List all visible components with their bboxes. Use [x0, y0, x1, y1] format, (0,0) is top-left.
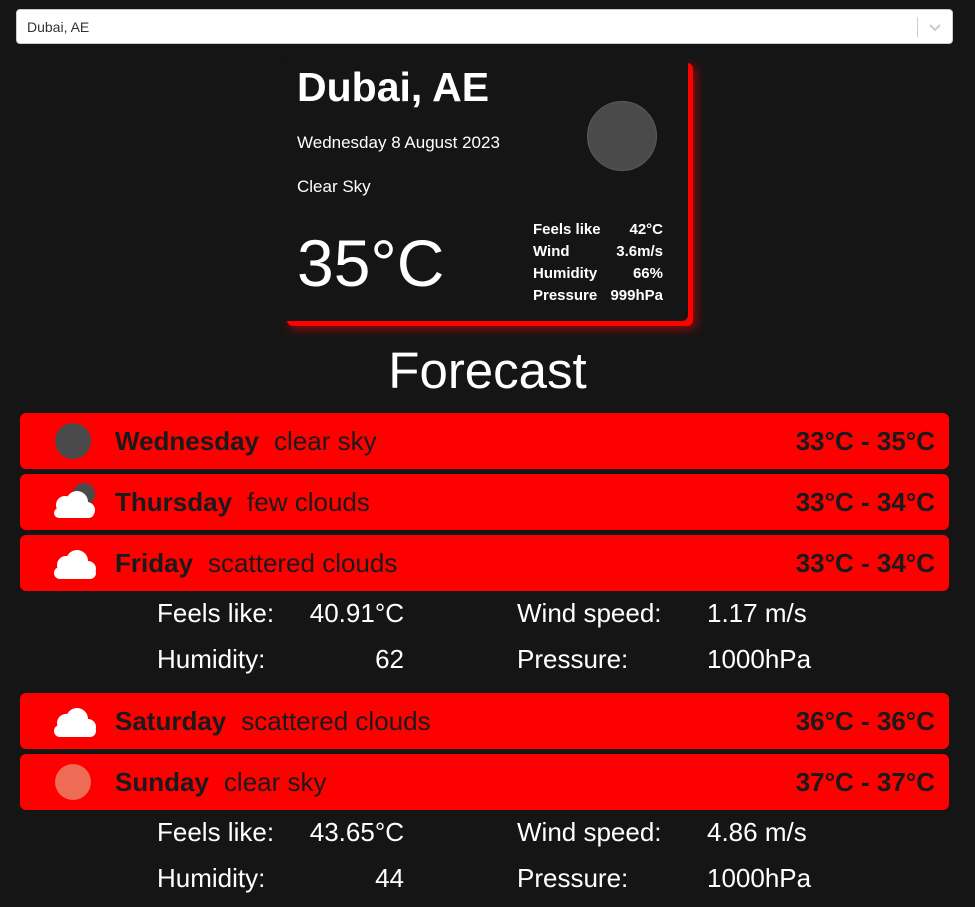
- forecast-day-thursday[interactable]: Thursday few clouds 33°C - 34°C: [20, 474, 949, 530]
- detail-label: Feels like: [533, 221, 601, 238]
- detail-row: Humidity 66%: [533, 263, 663, 285]
- forecast-details-friday: Feels like: 40.91°C Wind speed: 1.17 m/s…: [157, 598, 837, 690]
- day-name: Wednesday: [115, 425, 260, 456]
- moon-icon: [55, 423, 91, 459]
- day-description: clear sky: [274, 425, 377, 456]
- humidity-label: Humidity:: [157, 863, 266, 893]
- detail-value: 999hPa: [610, 287, 663, 304]
- feels-like-label: Feels like:: [157, 817, 275, 847]
- search-value[interactable]: Dubai, AE: [17, 19, 917, 35]
- day-temp-range: 33°C - 35°C: [795, 425, 935, 456]
- forecast-details-sunday: Feels like: 43.65°C Wind speed: 4.86 m/s…: [157, 817, 837, 907]
- pressure-label: Pressure:: [517, 644, 629, 674]
- current-date: Wednesday 8 August 2023: [297, 133, 500, 152]
- feels-like-label: Feels like:: [157, 598, 275, 628]
- day-icon: [20, 474, 115, 530]
- day-temp-range: 33°C - 34°C: [795, 486, 935, 517]
- pressure-value: 1000hPa: [707, 863, 812, 893]
- sun-icon: [55, 764, 91, 800]
- detail-row: Feels like 42°C: [533, 219, 663, 241]
- detail-label: Wind: [533, 243, 570, 260]
- day-icon: [20, 693, 115, 749]
- day-name: Friday: [115, 547, 194, 578]
- detail-value: 42°C: [629, 221, 663, 238]
- forecast-day-saturday[interactable]: Saturday scattered clouds 36°C - 36°C: [20, 693, 949, 749]
- feels-like-value: 40.91°C: [309, 598, 404, 628]
- city-search-select[interactable]: Dubai, AE: [16, 9, 953, 44]
- day-temp-range: 33°C - 34°C: [795, 547, 935, 578]
- forecast-title: Forecast: [388, 342, 587, 399]
- forecast-day-sunday[interactable]: Sunday clear sky 37°C - 37°C: [20, 754, 949, 810]
- current-temperature: 35°C: [297, 226, 445, 300]
- weather-details: Feels like 42°C Wind 3.6m/s Humidity 66%…: [533, 219, 663, 307]
- cloud-icon: [54, 550, 96, 579]
- day-icon: [20, 535, 115, 591]
- day-name: Thursday: [115, 486, 233, 517]
- humidity-label: Humidity:: [157, 644, 266, 674]
- current-weather-card: Dubai, AE Wednesday 8 August 2023 Clear …: [282, 58, 688, 321]
- pressure-value: 1000hPa: [707, 644, 812, 674]
- forecast-day-wednesday[interactable]: Wednesday clear sky 33°C - 35°C: [20, 413, 949, 469]
- forecast-day-friday[interactable]: Friday scattered clouds 33°C - 34°C: [20, 535, 949, 591]
- day-icon: [20, 413, 115, 469]
- day-temp-range: 37°C - 37°C: [795, 766, 935, 797]
- feels-like-value: 43.65°C: [309, 817, 404, 847]
- detail-label: Humidity: [533, 265, 598, 282]
- detail-row: Feels like: 43.65°C Wind speed: 4.86 m/s: [157, 817, 837, 863]
- humidity-value: 62: [375, 644, 404, 674]
- wind-speed-value: 1.17 m/s: [707, 598, 807, 628]
- weather-description: Clear Sky: [297, 177, 371, 196]
- wind-speed-value: 4.86 m/s: [707, 817, 807, 847]
- detail-row: Humidity: 62 Pressure: 1000hPa: [157, 644, 837, 690]
- cloud-icon: [54, 708, 96, 737]
- detail-row: Wind 3.6m/s: [533, 241, 663, 263]
- detail-row: Feels like: 40.91°C Wind speed: 1.17 m/s: [157, 598, 837, 644]
- day-name: Sunday: [115, 766, 209, 797]
- day-icon: [20, 754, 115, 810]
- day-description: clear sky: [223, 766, 327, 797]
- day-temp-range: 36°C - 36°C: [795, 705, 935, 736]
- day-name: Saturday: [115, 705, 227, 736]
- detail-value: 66%: [632, 265, 663, 282]
- detail-row: Humidity: 44 Pressure: 1000hPa: [157, 863, 837, 907]
- day-description: scattered clouds: [241, 705, 431, 736]
- wind-speed-label: Wind speed:: [517, 817, 662, 847]
- detail-row: Pressure 999hPa: [533, 285, 663, 307]
- wind-speed-label: Wind speed:: [517, 598, 662, 628]
- city-name: Dubai, AE: [297, 64, 490, 110]
- cloud-moon-icon: [54, 483, 95, 518]
- detail-label: Pressure: [533, 287, 598, 304]
- pressure-label: Pressure:: [517, 863, 629, 893]
- detail-value: 3.6m/s: [616, 243, 663, 260]
- day-description: few clouds: [247, 486, 370, 517]
- day-description: scattered clouds: [208, 547, 398, 578]
- humidity-value: 44: [375, 863, 404, 893]
- chevron-down-icon[interactable]: [918, 10, 952, 43]
- moon-icon: [587, 101, 657, 171]
